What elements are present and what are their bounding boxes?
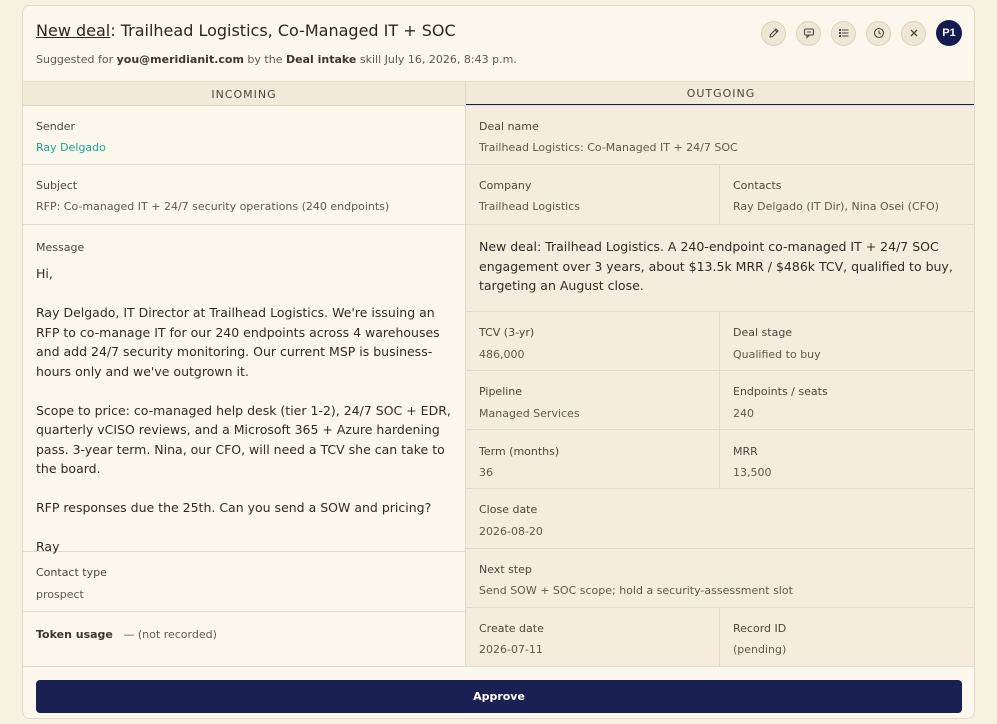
meta-prefix: Suggested for [36, 53, 117, 66]
subject-value: RFP: Co-managed IT + 24/7 security opera… [36, 200, 390, 213]
field-label: Contacts [733, 179, 782, 192]
field-label: Deal name [479, 120, 539, 133]
field-label: Contact type [36, 566, 107, 579]
sender-link[interactable]: Ray Delgado [36, 141, 106, 154]
comment-button[interactable] [796, 20, 821, 46]
tcv-value[interactable]: 486,000 [479, 348, 525, 361]
field-label: Subject [36, 179, 78, 192]
create-date-value[interactable]: 2026-07-11 [479, 643, 543, 656]
sender-field: Sender Ray Delgado [23, 106, 466, 165]
token-usage: Token usage — (not recorded) [36, 628, 217, 641]
field-label: Endpoints / seats [733, 385, 828, 398]
field-label: TCV (3-yr) [479, 326, 535, 339]
card-header: New deal: Trailhead Logistics, Co-Manage… [23, 6, 974, 81]
clock-icon [873, 27, 884, 39]
term-mrr-row: Term (months) 36 MRR 13,500 [466, 430, 974, 489]
mrr-value[interactable]: 13,500 [733, 466, 772, 479]
column-divider [719, 430, 720, 489]
message-paragraph: Scope to price: co-managed help desk (ti… [36, 402, 451, 477]
list-button[interactable] [831, 20, 856, 46]
tcv-stage-row: TCV (3-yr) 486,000 Deal stage Qualified … [466, 312, 974, 371]
header-actions: P1 [761, 20, 962, 46]
meta-user: you@meridianit.com [116, 53, 244, 66]
meta-skill: Deal intake [285, 53, 357, 66]
field-label: Create date [479, 622, 544, 635]
edit-button[interactable] [761, 20, 786, 46]
history-button[interactable] [866, 20, 891, 46]
message-paragraph: RFP responses due the 25th. Can you send… [36, 500, 432, 515]
column-divider [719, 312, 720, 371]
next-step-value: Send SOW + SOC scope; hold a security-as… [479, 584, 793, 597]
deal-stage-value[interactable]: Qualified to buy [733, 348, 821, 361]
message-body: Hi, Ray Delgado, IT Director at Trailhea… [36, 264, 456, 557]
contacts-value[interactable]: Ray Delgado (IT Dir), Nina Osei (CFO) [733, 200, 939, 213]
record-id-value: (pending) [733, 643, 787, 656]
endpoints-value[interactable]: 240 [733, 407, 754, 420]
close-date-value: 2026-08-20 [479, 525, 543, 538]
card-footer: Approve [23, 666, 974, 718]
comment-icon [803, 28, 814, 39]
field-label: Company [479, 179, 532, 192]
message-paragraph: Hi, [36, 266, 53, 281]
contact-type-value: prospect [36, 588, 84, 601]
deal-name-value: Trailhead Logistics: Co-Managed IT + 24/… [479, 141, 738, 154]
contact-type-field: Contact type prospect [23, 552, 466, 612]
incoming-column-header: INCOMING [23, 82, 466, 106]
field-label: Close date [479, 503, 538, 516]
company-value[interactable]: Trailhead Logistics [479, 200, 580, 213]
field-label: Deal stage [733, 326, 793, 339]
pipeline-endpoints-row: Pipeline Managed Services Endpoints / se… [466, 371, 974, 430]
subject-field: Subject RFP: Co-managed IT + 24/7 securi… [23, 165, 466, 225]
company-contacts-row: Company Trailhead Logistics Contacts Ray… [466, 165, 974, 225]
field-label: Pipeline [479, 385, 523, 398]
message-field: Message Hi, Ray Delgado, IT Director at … [23, 225, 466, 554]
field-label: Message [36, 241, 85, 254]
deal-name-field[interactable]: Deal name Trailhead Logistics: Co-Manage… [466, 106, 974, 165]
column-headers: INCOMING OUTGOING [23, 81, 974, 106]
outgoing-column-header: OUTGOING [466, 82, 974, 106]
priority-badge: P1 [936, 20, 962, 46]
close-button[interactable] [901, 20, 926, 46]
column-divider [719, 371, 720, 430]
token-usage-value: — (not recorded) [123, 628, 217, 641]
field-label: Record ID [733, 622, 787, 635]
approve-button[interactable]: Approve [36, 680, 962, 713]
close-icon [910, 29, 917, 37]
create-record-row: Create date 2026-07-11 Record ID (pendin… [466, 608, 974, 667]
pipeline-value[interactable]: Managed Services [479, 407, 580, 420]
title-text: : Trailhead Logistics, Co-Managed IT + S… [110, 21, 456, 40]
token-usage-label: Token usage [36, 628, 113, 641]
column-divider [719, 165, 720, 224]
outgoing-panel: Deal name Trailhead Logistics: Co-Manage… [466, 105, 974, 667]
incoming-panel: Sender Ray Delgado Subject RFP: Co-manag… [23, 105, 466, 666]
field-label: Term (months) [479, 445, 560, 458]
message-paragraph: Ray Delgado, IT Director at Trailhead Lo… [36, 305, 440, 379]
field-label: Next step [479, 563, 532, 576]
suggestion-meta: Suggested for you@meridianit.com by the … [36, 53, 517, 66]
column-divider [719, 608, 720, 667]
next-step-field[interactable]: Next step Send SOW + SOC scope; hold a s… [466, 549, 974, 608]
meta-suffix: skill July 16, 2026, 8:43 p.m. [356, 53, 517, 66]
list-icon [838, 28, 848, 38]
meta-mid: by the [243, 53, 286, 66]
close-date-field[interactable]: Close date 2026-08-20 [466, 489, 974, 549]
title-lead-link[interactable]: New deal [36, 21, 110, 40]
edit-icon [768, 28, 779, 38]
field-label: Sender [36, 120, 75, 133]
field-label: MRR [733, 445, 758, 458]
summary-field: New deal: Trailhead Logistics. A 240-end… [466, 225, 974, 312]
page-title: New deal: Trailhead Logistics, Co-Manage… [36, 21, 456, 40]
term-value[interactable]: 36 [479, 466, 493, 479]
deal-summary: New deal: Trailhead Logistics. A 240-end… [479, 239, 953, 293]
deal-review-card: New deal: Trailhead Logistics, Co-Manage… [22, 5, 975, 719]
